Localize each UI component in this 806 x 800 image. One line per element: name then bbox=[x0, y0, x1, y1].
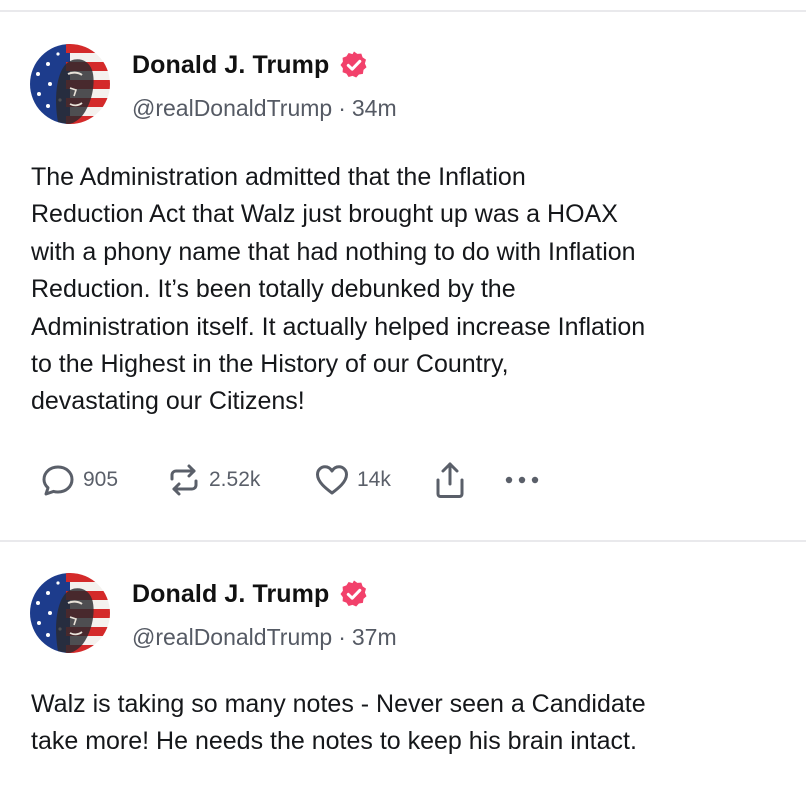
more-options-button[interactable] bbox=[504, 474, 544, 486]
action-bar: 905 2.52k 14k bbox=[40, 458, 544, 502]
separator: · bbox=[338, 624, 346, 650]
repost-count: 2.52k bbox=[209, 468, 261, 491]
avatar-image bbox=[30, 573, 110, 653]
display-name[interactable]: Donald J. Trump bbox=[132, 580, 329, 609]
post-text-line: devastating our Citizens! bbox=[31, 387, 305, 416]
separator: · bbox=[338, 95, 346, 121]
verified-badge-icon bbox=[339, 50, 369, 80]
post-text: Walz is taking so many notes - Never see… bbox=[31, 686, 791, 761]
post-text: The Administration admitted that the Inf… bbox=[31, 159, 791, 421]
verified-badge-icon bbox=[339, 579, 369, 609]
post-card[interactable]: Donald J. Trump @realDonaldTrump · 37m Wal… bbox=[0, 530, 806, 800]
timestamp[interactable]: 37m bbox=[352, 624, 397, 650]
post-text-line: Reduction. It’s been totally debunked by… bbox=[31, 275, 516, 304]
heart-icon bbox=[316, 465, 348, 495]
post-text-line: Walz is taking so many notes - Never see… bbox=[31, 690, 646, 718]
repost-button[interactable]: 2.52k bbox=[166, 462, 314, 498]
reply-bubble-icon bbox=[42, 465, 74, 496]
post-card[interactable]: Donald J. Trump @realDonaldTrump · 34m The… bbox=[0, 0, 806, 540]
avatar[interactable] bbox=[30, 573, 110, 653]
more-dots-icon bbox=[505, 476, 539, 484]
share-icon bbox=[436, 462, 464, 498]
handle[interactable]: @realDonaldTrump bbox=[132, 95, 332, 121]
like-button[interactable]: 14k bbox=[314, 462, 432, 498]
post-text-line: Administration itself. It actually helpe… bbox=[31, 312, 646, 341]
post-text-line: Reduction Act that Walz just brought up … bbox=[31, 200, 618, 229]
repost-arrows-icon bbox=[170, 464, 198, 496]
post-text-line: to the Highest in the History of our Cou… bbox=[31, 350, 509, 379]
reply-button[interactable]: 905 bbox=[40, 462, 166, 498]
reply-count: 905 bbox=[83, 468, 119, 491]
share-button[interactable] bbox=[432, 460, 504, 500]
post-text-line: The Administration admitted that the Inf… bbox=[31, 163, 526, 191]
timestamp[interactable]: 34m bbox=[352, 95, 397, 121]
handle[interactable]: @realDonaldTrump bbox=[132, 624, 332, 650]
avatar[interactable] bbox=[30, 44, 110, 124]
avatar-image bbox=[30, 44, 110, 124]
like-count: 14k bbox=[357, 468, 391, 491]
display-name[interactable]: Donald J. Trump bbox=[132, 51, 329, 80]
post-text-line: with a phony name that had nothing to do… bbox=[31, 237, 636, 266]
post-text-line: take more! He needs the notes to keep hi… bbox=[31, 727, 637, 756]
